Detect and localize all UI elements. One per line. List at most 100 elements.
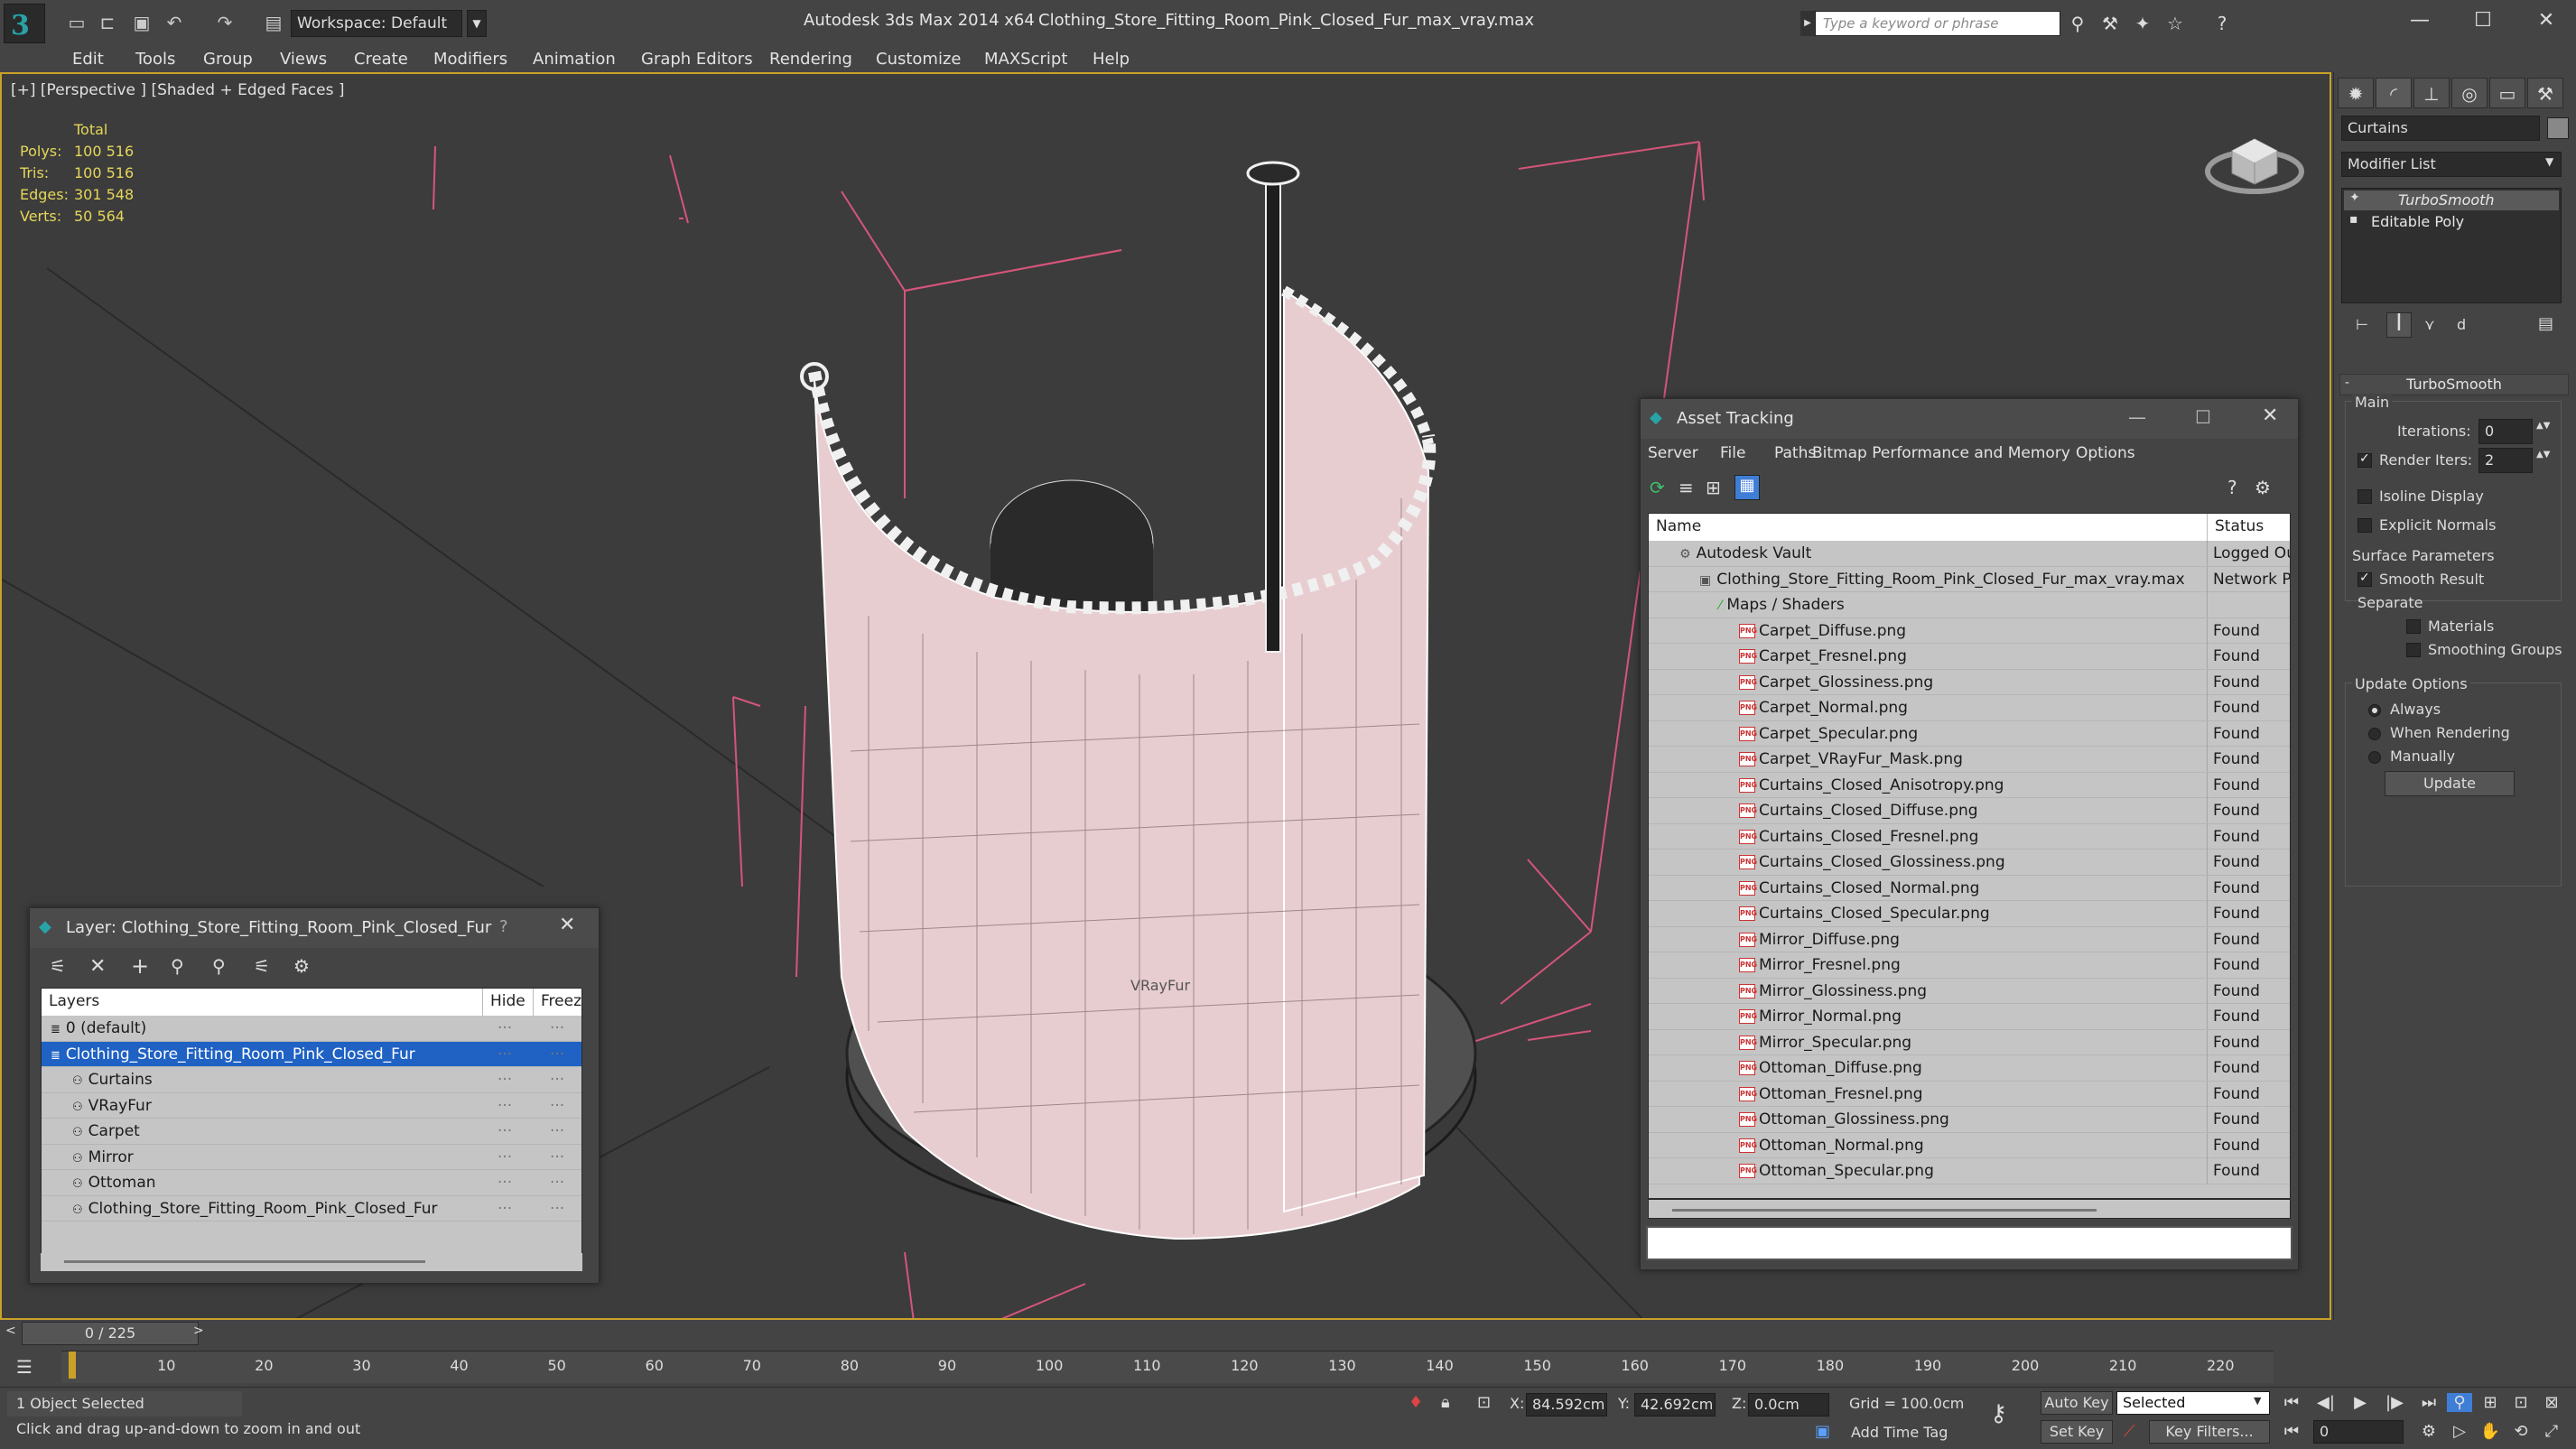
menu-animation[interactable]: Animation [533,50,616,69]
key-icon[interactable]: ⚷ [1990,1400,2007,1427]
motion-tab-icon[interactable]: ◎ [2451,78,2488,108]
delete-layer-icon[interactable]: ✕ [89,955,106,978]
chevron-down-icon[interactable]: ▼ [467,10,487,37]
display-tab-icon[interactable]: ▭ [2489,78,2525,108]
table-row[interactable]: PNG Ottoman_Glossiness.png Found [1649,1107,2290,1133]
table-row[interactable]: PNG Carpet_Normal.png Found [1649,695,2290,721]
zoom-extents-all-icon[interactable]: ⊠ [2539,1393,2564,1412]
workspace-dropdown[interactable]: Workspace: Default [291,10,462,37]
help-icon[interactable]: ? [2227,477,2237,498]
freeze-toggle[interactable]: ··· [550,1145,564,1170]
table-row[interactable]: PNG Carpet_Diffuse.png Found [1649,618,2290,644]
set-key-button[interactable]: Set Key [2041,1420,2113,1444]
layer-row[interactable]: ≣ Clothing_Store_Fitting_Room_Pink_Closed… [42,1041,581,1067]
stack-item-turbosmooth[interactable]: ✦ TurboSmooth [2344,190,2559,210]
menu-group[interactable]: Group [203,50,253,69]
spinner-arrows-icon[interactable]: ▲▼ [2536,421,2550,431]
y-coordinate-field[interactable]: 42.692cm [1634,1393,1716,1416]
scrollbar-thumb[interactable] [64,1260,425,1263]
menu-rendering[interactable]: Rendering [769,50,852,69]
show-end-result-icon[interactable]: ┃ [2386,312,2412,338]
time-config-icon[interactable]: ⚙ [2416,1422,2441,1441]
close-icon[interactable]: ✕ [2262,404,2278,427]
table-row[interactable]: PNG Curtains_Closed_Glossiness.png Found [1649,850,2290,876]
layer-row[interactable]: ⚇ Clothing_Store_Fitting_Room_Pink_Closed… [42,1196,581,1221]
materials-checkbox[interactable] [2406,619,2421,634]
hide-toggle[interactable]: ··· [498,1119,512,1144]
viewport-label[interactable]: [+] [Perspective ] [Shaded + Edged Faces… [11,81,344,99]
menu-views[interactable]: Views [280,50,327,69]
menu-bitmap-performance[interactable]: Bitmap Performance and Memory [1812,444,2070,462]
table-row[interactable]: PNG Mirror_Diffuse.png Found [1649,926,2290,952]
help-icon[interactable]: ? [2210,13,2234,34]
spinner-arrows-icon[interactable]: ▲▼ [2536,450,2550,460]
menu-help[interactable]: Help [1093,50,1130,69]
table-row[interactable]: PNG Mirror_Glossiness.png Found [1649,978,2290,1004]
table-row[interactable]: ▣ Clothing_Store_Fitting_Room_Pink_Closed… [1649,566,2290,592]
search-input[interactable]: Type a keyword or phrase [1815,11,2060,36]
settings-icon[interactable]: ⚙ [2255,477,2271,498]
zoom-all-icon[interactable]: ⊞ [2478,1393,2503,1412]
close-icon[interactable]: ✕ [2528,5,2564,36]
favorites-icon[interactable]: ☆ [2163,13,2187,34]
hide-toggle[interactable]: ··· [498,1016,512,1041]
refresh-icon[interactable]: ⟳ [1650,477,1665,498]
utilities-tab-icon[interactable]: ⚒ [2527,78,2563,108]
table-row[interactable]: PNG Carpet_Glossiness.png Found [1649,669,2290,695]
table-row[interactable]: PNG Curtains_Closed_Fresnel.png Found [1649,823,2290,850]
horizontal-scrollbar[interactable] [41,1253,582,1271]
prev-frame-icon[interactable]: < [5,1324,16,1338]
chevron-down-icon[interactable]: ▼ [2545,155,2553,168]
key-mode-icon[interactable]: ⏮ [2279,1422,2304,1441]
table-row[interactable]: PNG Mirror_Specular.png Found [1649,1029,2290,1055]
smooth-result-checkbox[interactable] [2357,571,2372,587]
freeze-all-icon[interactable]: ⚙ [293,955,310,977]
menu-maxscript[interactable]: MAXScript [984,50,1067,69]
orbit-icon[interactable]: ⟲ [2508,1422,2534,1441]
pin-stack-icon[interactable]: ⊢ [2356,316,2368,333]
isolate-icon[interactable]: ♦ [1409,1393,1423,1412]
table-row[interactable]: PNG Mirror_Fresnel.png Found [1649,952,2290,979]
minimize-icon[interactable]: — [2402,5,2438,36]
z-coordinate-field[interactable]: 0.0cm [1748,1393,1829,1416]
lock-icon[interactable]: 🔒︎ [1441,1393,1450,1412]
table-row[interactable]: PNG Ottoman_Fresnel.png Found [1649,1081,2290,1107]
pan-icon[interactable]: ✋ [2478,1422,2503,1441]
add-time-tag[interactable]: Add Time Tag [1851,1424,1948,1441]
smoothing-groups-checkbox[interactable] [2406,643,2421,657]
create-layer-icon[interactable]: ⚟ [50,955,66,977]
table-row[interactable]: PNG Ottoman_Normal.png Found [1649,1132,2290,1158]
freeze-toggle[interactable]: ··· [550,1016,564,1041]
maximize-icon[interactable]: ☐ [2195,406,2211,428]
col-freeze[interactable]: Freeze [533,989,581,1016]
hide-toggle[interactable]: ··· [498,1145,512,1170]
menu-create[interactable]: Create [354,50,408,69]
hierarchy-tab-icon[interactable]: ⊥ [2413,78,2450,108]
table-row[interactable]: PNG Ottoman_Diffuse.png Found [1649,1055,2290,1082]
previous-key-icon[interactable]: ◀| [2313,1393,2339,1412]
update-button[interactable]: Update [2385,771,2515,796]
app-logo[interactable]: 3 [4,4,45,43]
table-row[interactable]: ⁄ Maps / Shaders [1649,592,2290,618]
menu-tools[interactable]: Tools [135,50,175,69]
col-layers[interactable]: Layers [49,992,99,1010]
table-row[interactable]: PNG Carpet_Specular.png Found [1649,720,2290,747]
manually-radio[interactable] [2368,751,2381,764]
when-rendering-radio[interactable] [2368,728,2381,740]
table-row[interactable]: PNG Carpet_Fresnel.png Found [1649,644,2290,670]
freeze-toggle[interactable]: ··· [550,1170,564,1195]
configure-sets-icon[interactable]: ▤ [2538,314,2553,333]
iterations-spinner[interactable]: 0 [2478,419,2533,444]
table-row[interactable]: ⚙ Autodesk Vault Logged Out [1649,541,2290,567]
auto-key-button[interactable]: Auto Key [2041,1391,2113,1415]
go-to-start-icon[interactable]: ⏮ [2279,1393,2304,1412]
grid-view-icon[interactable]: ▦ [1734,475,1760,500]
close-icon[interactable]: ✕ [559,914,575,936]
object-name-field[interactable]: Curtains [2341,116,2540,141]
table-row[interactable]: PNG Curtains_Closed_Normal.png Found [1649,875,2290,901]
turbosmooth-rollout[interactable]: TurboSmooth [2339,374,2569,395]
freeze-toggle[interactable]: ··· [550,1042,564,1067]
binoculars-icon[interactable]: ⚲ [2066,13,2089,34]
communication-icon[interactable]: ✦ [2131,13,2154,34]
remove-modifier-icon[interactable]: ⅾ [2457,316,2466,333]
